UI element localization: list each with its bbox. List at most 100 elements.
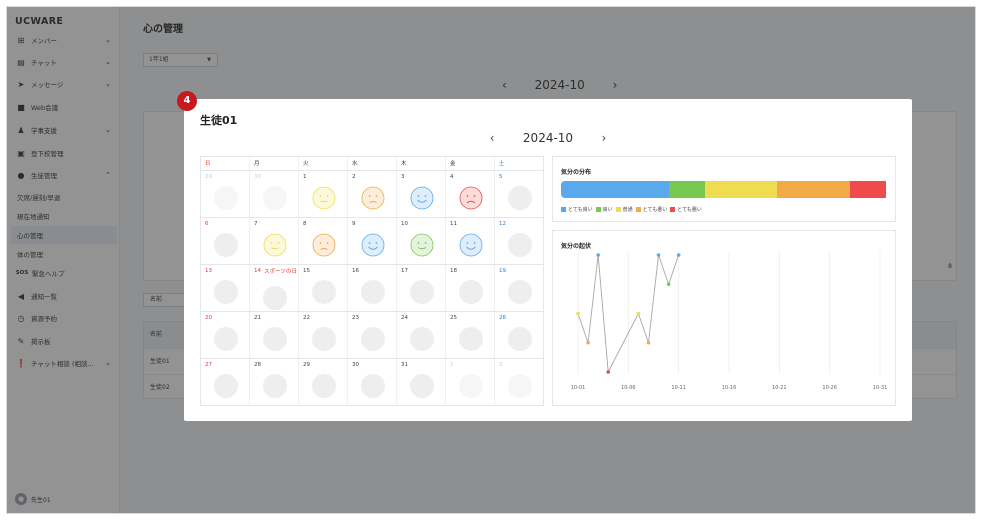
trend-point[interactable]: [576, 311, 580, 316]
trend-point[interactable]: [666, 282, 671, 287]
empty-mood-icon: [214, 327, 238, 351]
x-tick-label: 10-11: [671, 385, 686, 391]
trend-point[interactable]: [636, 311, 641, 316]
calendar-day[interactable]: 6: [201, 218, 250, 264]
day-number: 17: [401, 268, 408, 274]
calendar-day[interactable]: 15: [299, 265, 348, 311]
calendar-day[interactable]: 3: [397, 171, 446, 217]
calendar-day[interactable]: 18: [446, 265, 495, 311]
calendar-day[interactable]: 30: [250, 171, 299, 217]
calendar-day[interactable]: 29: [201, 171, 250, 217]
calendar-day[interactable]: 16: [348, 265, 397, 311]
calendar-day[interactable]: 26: [495, 312, 543, 358]
next-month-button[interactable]: ›: [597, 131, 611, 145]
legend-swatch: [595, 207, 601, 212]
empty-mood-icon: [459, 374, 483, 398]
legend-swatch: [561, 207, 566, 212]
x-tick-label: 10-06: [621, 385, 636, 391]
weekday-label: 木: [397, 157, 446, 170]
calendar-week: 27 28 29 30 31 1 2: [201, 359, 543, 406]
day-number: 30: [254, 174, 261, 180]
day-number: 16: [352, 268, 359, 274]
prev-month-button[interactable]: ‹: [485, 131, 499, 145]
empty-mood-icon: [508, 327, 532, 351]
calendar-weekday-header: 日月火水木金土: [201, 157, 543, 171]
calendar-day[interactable]: 17: [397, 265, 446, 311]
calendar-day[interactable]: 1: [299, 171, 348, 217]
mood-face-normal-icon: [312, 186, 336, 210]
day-number: 2: [352, 174, 356, 180]
day-number: 13: [205, 268, 212, 274]
calendar-day[interactable]: 23: [348, 312, 397, 358]
calendar-day[interactable]: 9: [348, 218, 397, 264]
modal-month-label: 2024-10: [522, 131, 574, 145]
trend-point[interactable]: [586, 340, 590, 345]
calendar-day[interactable]: 27: [201, 359, 250, 406]
x-tick-label: 10-01: [571, 385, 586, 391]
mood-trend-chart: 10-01 10-06 10-11 10-16 10-21 10-26 10-31: [571, 251, 887, 391]
empty-mood-icon: [214, 280, 238, 304]
calendar-day[interactable]: 11: [446, 218, 495, 264]
trend-point[interactable]: [606, 370, 610, 374]
calendar-day[interactable]: 13: [201, 265, 250, 311]
calendar-day[interactable]: 24: [397, 312, 446, 358]
empty-mood-icon: [508, 186, 532, 210]
calendar-day[interactable]: 14 スポーツの日: [250, 265, 299, 311]
empty-mood-icon: [508, 233, 532, 257]
calendar-day[interactable]: 29: [299, 359, 348, 406]
empty-mood-icon: [410, 374, 434, 398]
day-number: 2: [499, 362, 503, 368]
calendar-day[interactable]: 25: [446, 312, 495, 358]
modal-title: 生徒01: [200, 114, 238, 127]
calendar-day[interactable]: 22: [299, 312, 348, 358]
trend-point[interactable]: [646, 340, 651, 345]
empty-mood-icon: [361, 374, 385, 398]
distribution-legend: とても良い 良い 普通 とても悪い とても悪い: [561, 206, 705, 213]
calendar-day[interactable]: 2: [348, 171, 397, 217]
mood-face-very-good-icon: [361, 233, 385, 257]
empty-mood-icon: [410, 280, 434, 304]
calendar-grid: 29 30 1 2 3 4 5 6 7 8 9 10 11 12 13 14 スポーツの日 15 16 17 18 19 2…: [201, 171, 543, 406]
calendar-day[interactable]: 31: [397, 359, 446, 406]
day-number: 22: [303, 315, 310, 321]
calendar-week: 13 14 スポーツの日 15 16 17 18 19: [201, 265, 543, 312]
day-number: 25: [450, 315, 457, 321]
calendar-day[interactable]: 7: [250, 218, 299, 264]
calendar-day[interactable]: 28: [250, 359, 299, 406]
calendar-day[interactable]: 2: [495, 359, 543, 406]
mood-face-bad-icon: [312, 233, 336, 257]
day-number: 29: [205, 174, 212, 180]
distribution-bar: [561, 181, 889, 198]
legend-item: 良い: [595, 206, 613, 213]
calendar-day[interactable]: 1: [446, 359, 495, 406]
legend-item: 普通: [615, 206, 633, 213]
calendar-day[interactable]: 5: [495, 171, 543, 217]
mood-trend-card: 気分の起伏 10-01 10-06 10-11 10-16 10-21 10-26 10-3…: [552, 230, 896, 406]
weekday-label: 月: [250, 157, 299, 170]
calendar-day[interactable]: 12: [495, 218, 543, 264]
calendar-day[interactable]: 20: [201, 312, 250, 358]
day-number: 1: [303, 174, 307, 180]
legend-swatch: [635, 207, 641, 212]
day-number: 21: [254, 315, 261, 321]
legend-label: とても悪い: [677, 207, 702, 213]
legend-swatch: [670, 207, 676, 212]
day-number: 1: [450, 362, 454, 368]
trend-point[interactable]: [656, 253, 661, 257]
calendar-week: 20 21 22 23 24 25 26: [201, 312, 543, 359]
empty-mood-icon: [263, 327, 287, 351]
calendar-day[interactable]: 4: [446, 171, 495, 217]
day-number: 4: [450, 174, 454, 180]
calendar-day[interactable]: 19: [495, 265, 543, 311]
empty-mood-icon: [214, 186, 238, 210]
calendar-day[interactable]: 30: [348, 359, 397, 406]
calendar-day[interactable]: 10: [397, 218, 446, 264]
day-number: 30: [352, 362, 359, 368]
calendar-day[interactable]: 8: [299, 218, 348, 264]
trend-point[interactable]: [676, 253, 681, 257]
calendar-day[interactable]: 21: [250, 312, 299, 358]
trend-point[interactable]: [596, 253, 600, 257]
x-tick-label: 10-16: [722, 385, 737, 391]
day-number: 20: [205, 315, 212, 321]
day-number: 6: [205, 221, 209, 227]
